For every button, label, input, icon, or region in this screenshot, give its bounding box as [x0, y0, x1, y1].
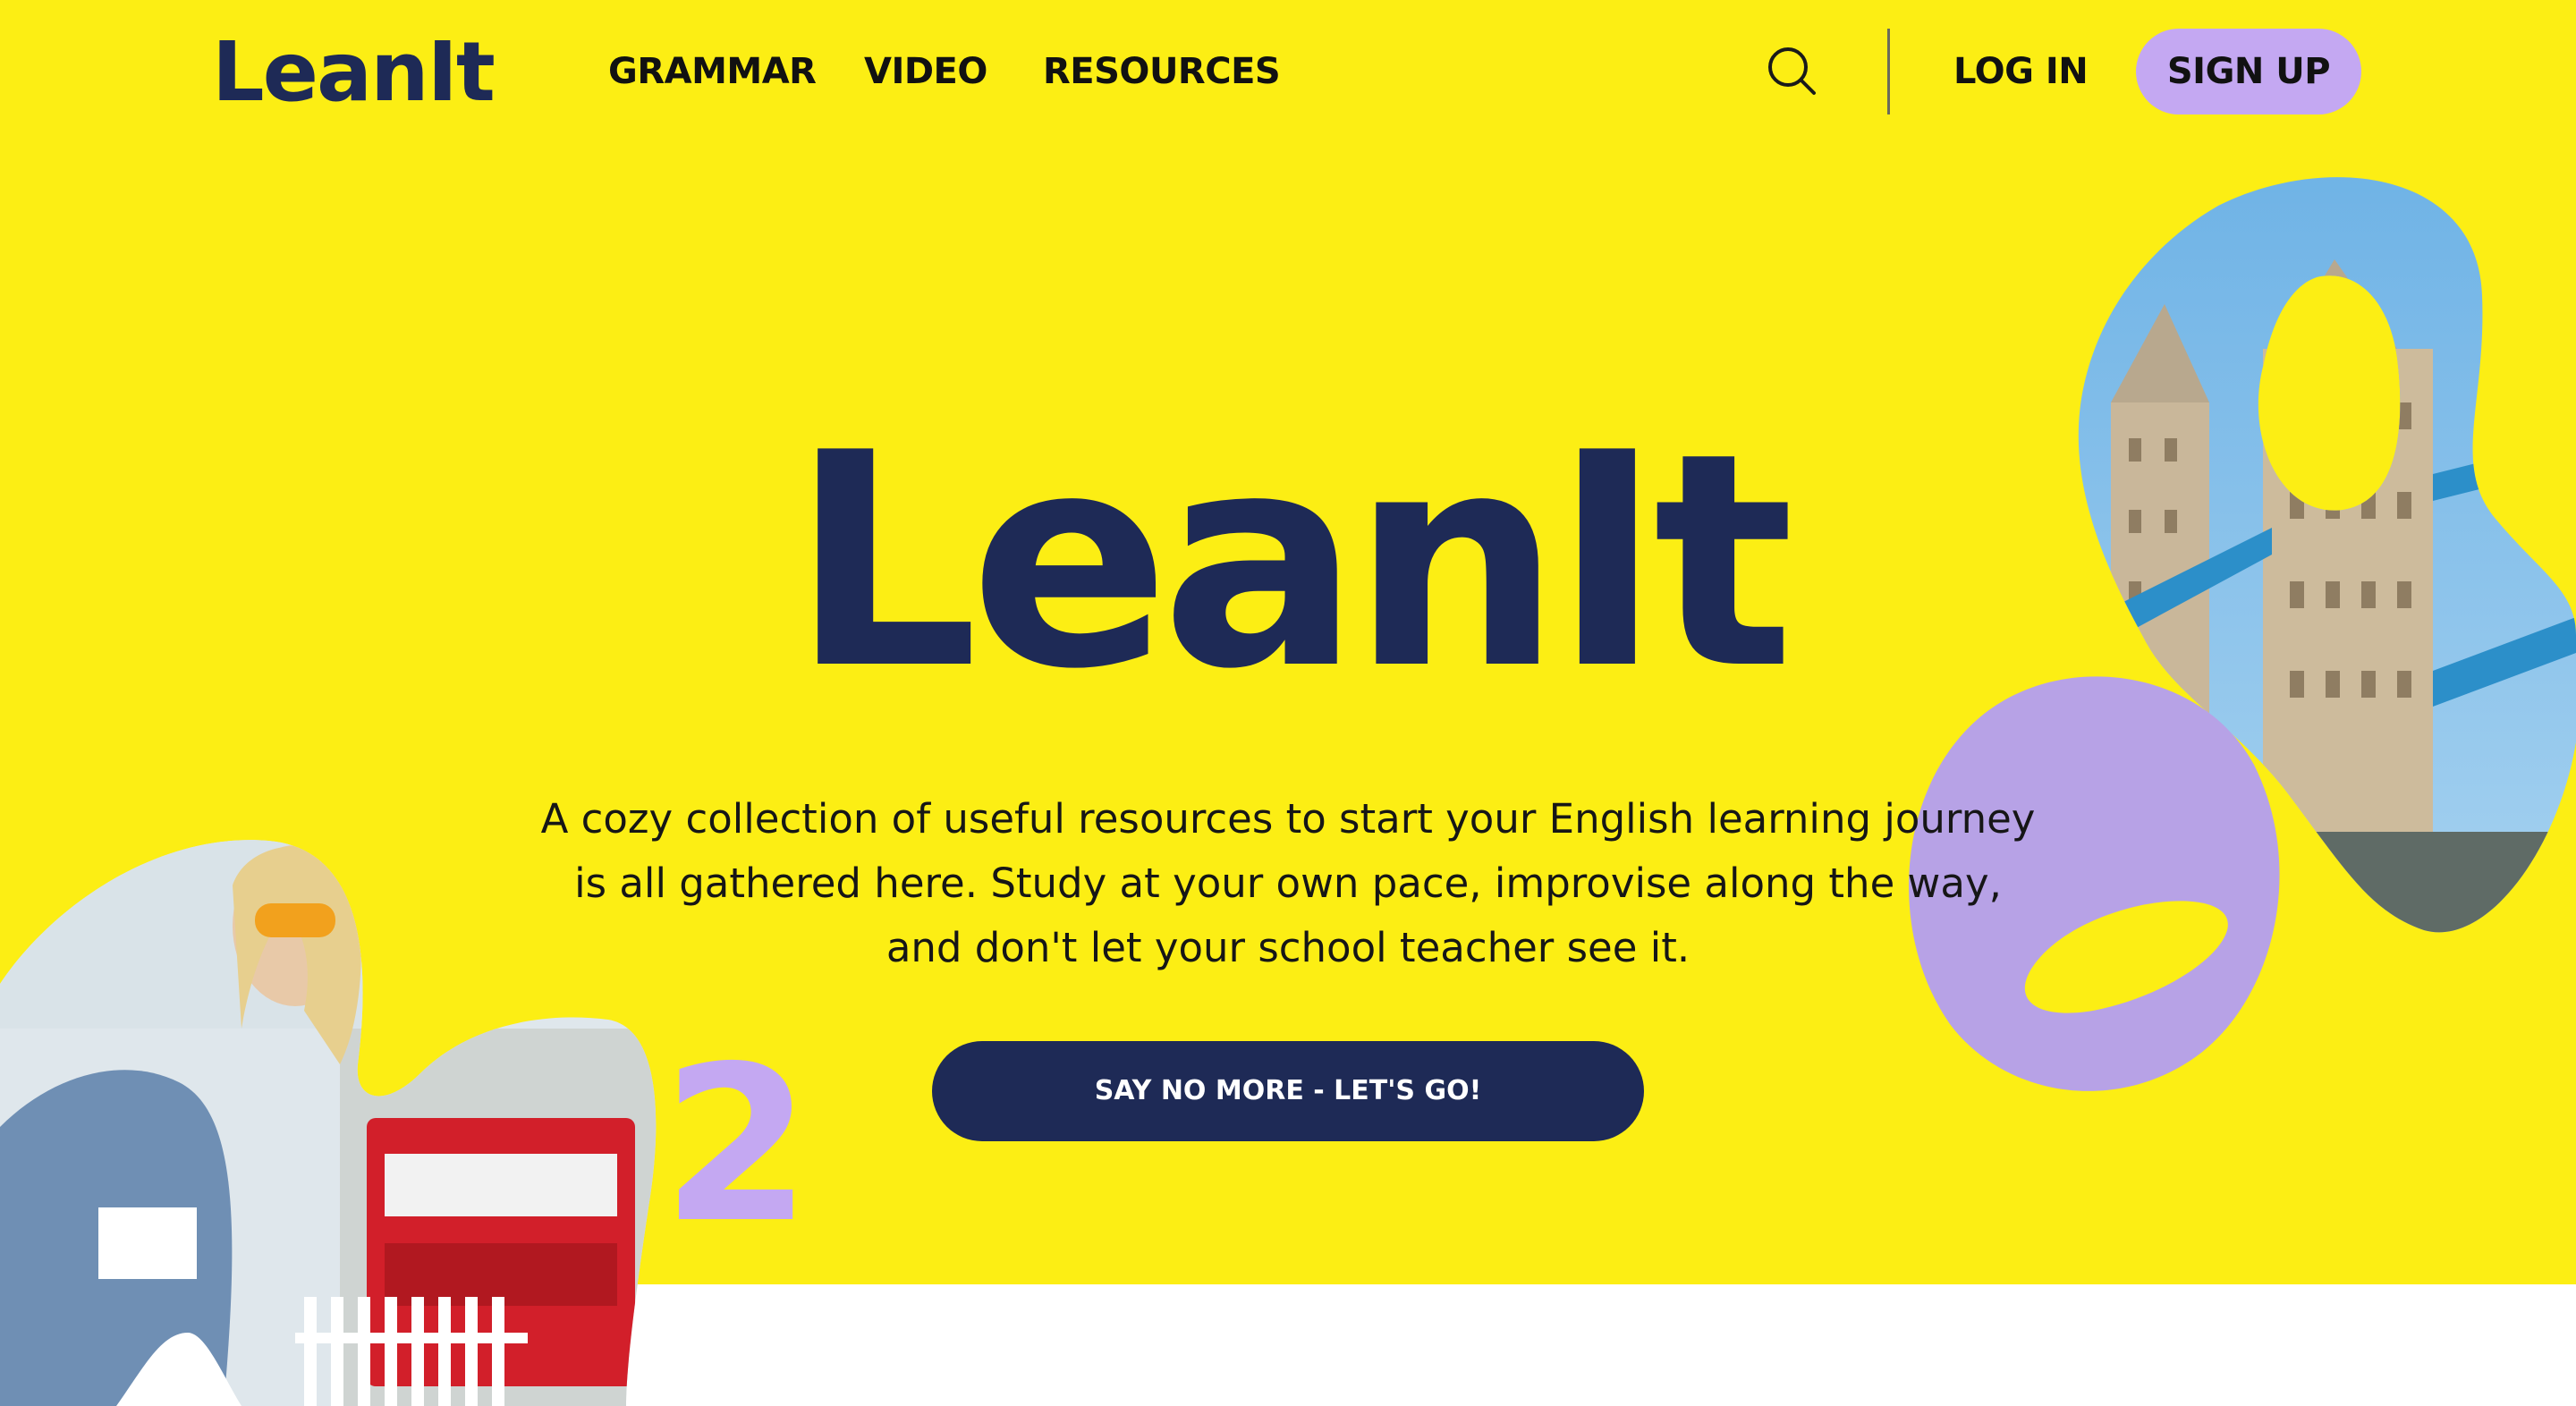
signup-button[interactable]: SIGN UP — [2136, 29, 2361, 114]
site-logo[interactable]: LeanIt — [212, 23, 496, 122]
nav-video[interactable]: VIDEO — [864, 47, 987, 97]
superscript-two-decoration: 2 — [662, 1020, 811, 1270]
login-link[interactable]: LOG IN — [1953, 47, 2089, 97]
search-button[interactable] — [1766, 45, 1819, 98]
hero-title: LeanIt — [790, 390, 1794, 733]
header-divider — [1887, 29, 1890, 114]
cta-button[interactable]: SAY NO MORE - LET'S GO! — [932, 1041, 1644, 1141]
hero-description: A cozy collection of useful resources to… — [540, 795, 2036, 971]
nav-resources[interactable]: RESOURCES — [1043, 47, 1281, 97]
search-icon — [1768, 47, 1816, 95]
nav-grammar[interactable]: GRAMMAR — [608, 47, 817, 97]
site-header: LeanIt GRAMMAR VIDEO RESOURCES LOG IN SI… — [0, 0, 2576, 143]
